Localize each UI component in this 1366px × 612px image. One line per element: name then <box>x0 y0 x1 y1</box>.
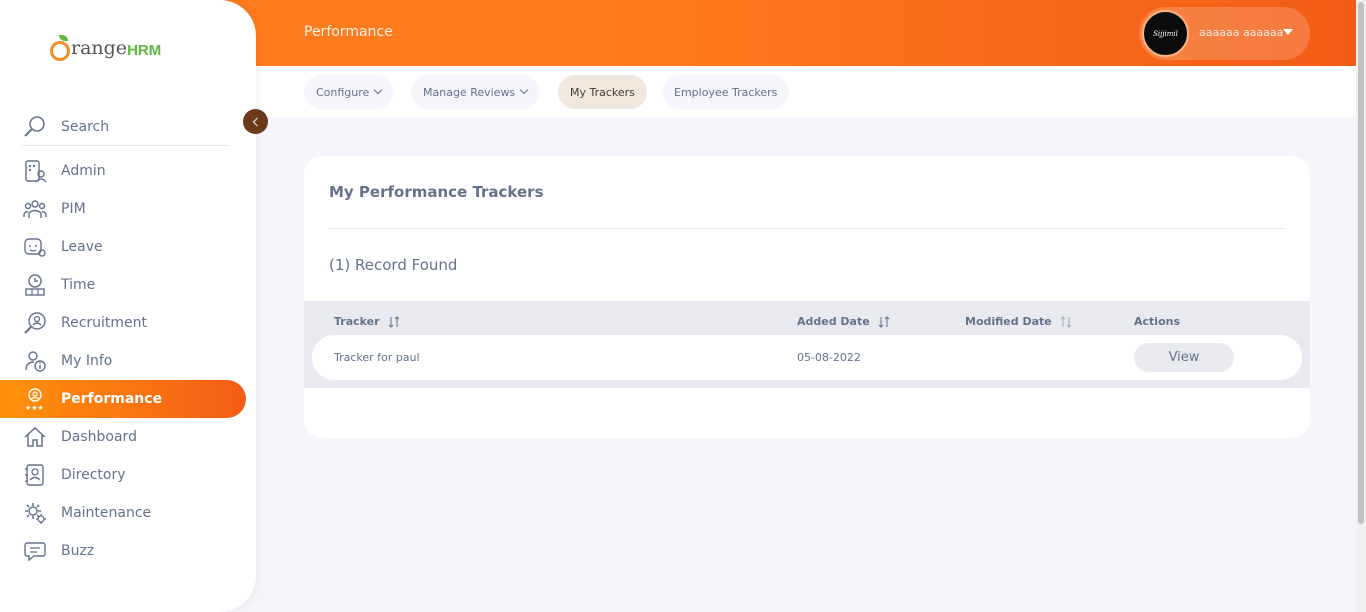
sidebar-item-dashboard[interactable]: Dashboard <box>0 418 246 456</box>
column-header-label: Modified Date <box>965 315 1052 328</box>
trackers-card: My Performance Trackers (1) Record Found… <box>304 156 1310 438</box>
column-header-added-date[interactable]: Added Date <box>797 315 890 328</box>
logo-suffix: HRM <box>127 41 162 59</box>
search-label: Search <box>61 118 110 135</box>
sidebar-item-label: Recruitment <box>61 315 148 331</box>
column-header-tracker[interactable]: Tracker <box>334 315 400 328</box>
sidebar-item-maintenance[interactable]: Maintenance <box>0 494 246 532</box>
orange-logo-icon <box>50 35 70 61</box>
sidebar-item-label: PIM <box>61 201 86 217</box>
tab-my-trackers-label: My Trackers <box>570 85 635 99</box>
card-title: My Performance Trackers <box>329 183 544 201</box>
sidebar-item-label: Performance <box>61 391 163 407</box>
sidebar-item-performance[interactable]: ★★★ Performance <box>0 380 246 418</box>
svg-text:★★★: ★★★ <box>25 404 44 411</box>
trackers-table: Tracker Added Date Modified Date Actions… <box>304 301 1310 388</box>
sidebar-item-label: Leave <box>61 239 103 255</box>
tab-employee-trackers[interactable]: Employee Trackers <box>662 75 790 109</box>
sidebar-item-pim[interactable]: PIM <box>0 190 246 228</box>
records-found: (1) Record Found <box>329 256 458 274</box>
sidebar-item-admin[interactable]: Admin <box>0 152 246 190</box>
chevron-down-icon <box>519 85 529 95</box>
maintenance-icon <box>22 500 48 526</box>
sidebar: range HRM Search Admin PIM Leave Time Re… <box>0 0 256 612</box>
tab-employee-trackers-label: Employee Trackers <box>674 85 778 99</box>
user-dropdown[interactable]: Sijjimil aaaaaa aaaaaa <box>1139 7 1310 60</box>
tab-manage-reviews[interactable]: Manage Reviews <box>411 75 540 109</box>
column-header-actions: Actions <box>1134 315 1180 328</box>
sidebar-item-label: Buzz <box>61 543 95 559</box>
tab-my-trackers[interactable]: My Trackers <box>558 75 647 109</box>
column-header-modified-date[interactable]: Modified Date <box>965 315 1072 328</box>
sidebar-item-directory[interactable]: Directory <box>0 456 246 494</box>
admin-icon <box>22 158 48 184</box>
dashboard-icon <box>22 424 48 450</box>
sidebar-item-label: Maintenance <box>61 505 152 521</box>
sort-icon[interactable] <box>878 315 890 328</box>
my-info-icon <box>22 348 48 374</box>
performance-icon: ★★★ <box>22 386 48 412</box>
scrollbar-thumb[interactable] <box>1358 2 1364 524</box>
sort-icon[interactable] <box>1060 315 1072 328</box>
avatar-text: Sijjimil <box>1153 29 1178 38</box>
sidebar-item-label: My Info <box>61 353 113 369</box>
sidebar-item-time[interactable]: Time <box>0 266 246 304</box>
search-icon <box>24 115 45 137</box>
sort-icon[interactable] <box>388 315 400 328</box>
divider <box>329 228 1286 229</box>
sidebar-item-my-info[interactable]: My Info <box>0 342 246 380</box>
top-subnav: Configure Manage Reviews My Trackers Emp… <box>256 66 1356 117</box>
column-header-label: Actions <box>1134 315 1180 328</box>
sidebar-item-label: Dashboard <box>61 429 137 445</box>
sidebar-item-label: Directory <box>61 467 126 483</box>
orangehrm-logo[interactable]: range HRM <box>50 32 161 64</box>
recruitment-icon <box>22 310 48 336</box>
avatar: Sijjimil <box>1142 10 1189 57</box>
tab-configure-label: Configure <box>316 85 370 99</box>
scrollbar[interactable] <box>1356 0 1366 612</box>
chevron-down-icon <box>374 85 383 95</box>
sidebar-search[interactable]: Search <box>22 108 230 146</box>
page-title: Performance <box>304 24 393 40</box>
sidebar-item-recruitment[interactable]: Recruitment <box>0 304 246 342</box>
time-icon <box>22 272 48 298</box>
user-name: aaaaaa aaaaaa <box>1199 26 1284 39</box>
cell-added-date: 05-08-2022 <box>797 351 861 364</box>
column-header-label: Added Date <box>797 315 870 328</box>
view-button[interactable]: View <box>1134 343 1234 372</box>
directory-icon <box>22 462 48 488</box>
logo-text: range <box>71 37 128 59</box>
sidebar-collapse-button[interactable] <box>243 109 268 134</box>
caret-down-icon <box>1283 29 1293 35</box>
pim-icon <box>22 196 48 222</box>
leave-icon <box>22 234 48 260</box>
tab-manage-reviews-label: Manage Reviews <box>423 85 516 99</box>
cell-tracker: Tracker for paul <box>334 351 420 364</box>
sidebar-item-leave[interactable]: Leave <box>0 228 246 266</box>
column-header-label: Tracker <box>334 315 380 328</box>
buzz-icon <box>22 538 48 564</box>
sidebar-item-label: Admin <box>61 163 106 179</box>
table-row[interactable]: Tracker for paul 05-08-2022 View <box>312 335 1302 380</box>
sidebar-item-buzz[interactable]: Buzz <box>0 532 246 570</box>
sidebar-item-label: Time <box>61 277 96 293</box>
tab-configure[interactable]: Configure <box>304 75 394 109</box>
